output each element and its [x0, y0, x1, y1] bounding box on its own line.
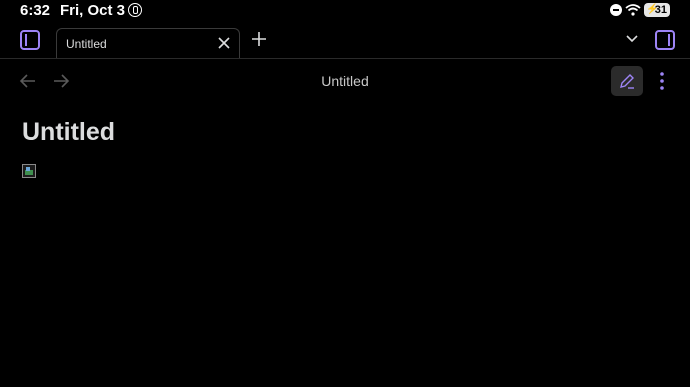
view-title[interactable]: Untitled: [245, 73, 445, 89]
view-header: Untitled: [0, 59, 690, 103]
arrow-left-icon[interactable]: [19, 73, 37, 89]
broken-image-icon[interactable]: [22, 164, 36, 178]
status-time: 6:32: [20, 2, 51, 19]
pencil-icon: [620, 74, 634, 89]
battery-indicator: ⚡ 31: [644, 3, 670, 17]
do-not-disturb-icon: [610, 4, 622, 16]
charging-icon: ⚡: [646, 4, 659, 15]
tab-untitled[interactable]: Untitled: [56, 28, 240, 58]
wifi-icon: [625, 4, 641, 16]
close-icon[interactable]: [217, 36, 231, 50]
tab-label: Untitled: [66, 37, 107, 51]
status-date: Fri, Oct 3: [60, 2, 126, 19]
note-content[interactable]: Untitled: [22, 118, 115, 178]
edit-mode-button[interactable]: [611, 66, 643, 96]
status-bar: 6:32 Fri, Oct 3 ⚡ 31: [0, 0, 690, 22]
arrow-right-icon[interactable]: [52, 73, 70, 89]
note-title[interactable]: Untitled: [22, 118, 115, 147]
tab-bar: Untitled: [0, 22, 690, 59]
new-tab-plus-icon[interactable]: [250, 30, 268, 48]
chevron-down-icon[interactable]: [625, 32, 639, 46]
notification-app-icon: [128, 3, 142, 17]
right-sidebar-toggle-icon[interactable]: [655, 30, 675, 50]
more-vertical-icon[interactable]: [655, 71, 669, 91]
left-sidebar-toggle-icon[interactable]: [20, 30, 40, 50]
